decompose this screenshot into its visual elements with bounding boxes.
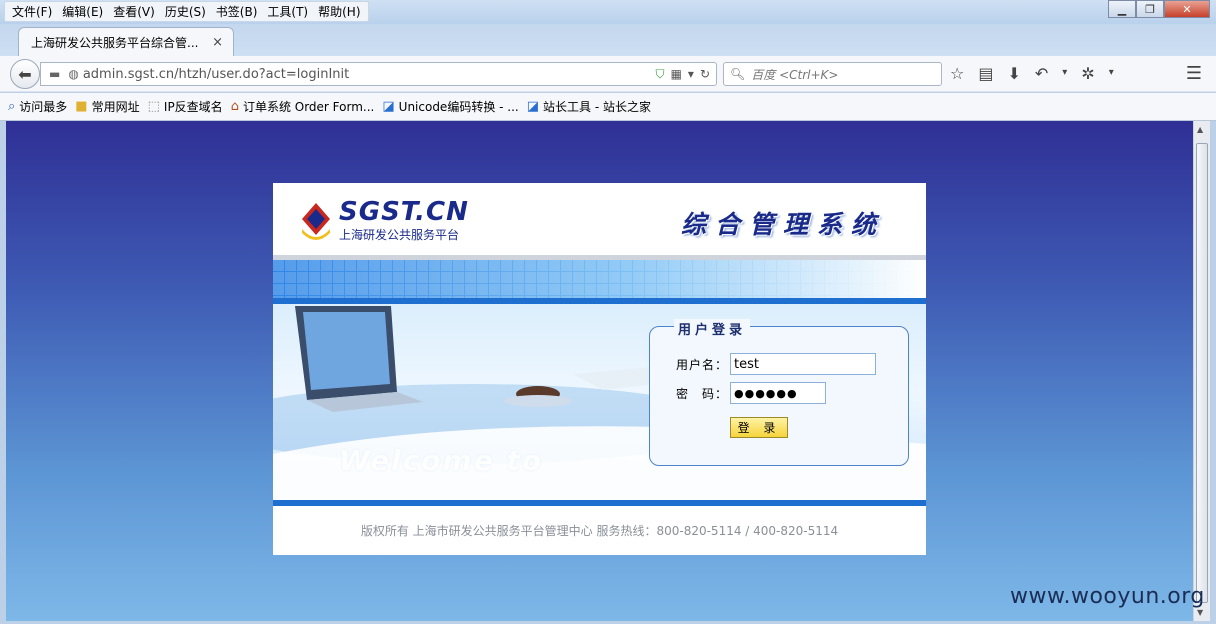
window-titlebar: 文件(F) 编辑(E) 查看(V) 历史(S) 书签(B) 工具(T) 帮助(H…	[0, 0, 1216, 24]
password-label: 密 码：	[676, 386, 729, 401]
scroll-thumb[interactable]	[1196, 143, 1208, 603]
login-button[interactable]: 登 录	[730, 417, 788, 438]
system-title: 综合管理系统	[681, 210, 886, 239]
sgst-logo: SGST.CN 上海研发公共服务平台	[299, 199, 469, 243]
copyright-footer: 版权所有 上海市研发公共服务平台管理中心 服务热线：800-820-5114 /…	[360, 524, 839, 538]
scroll-up-icon[interactable]: ▲	[1197, 125, 1203, 134]
bookmark-label: Unicode编码转换 - ...	[398, 100, 519, 114]
site-icon: ◪	[526, 99, 540, 114]
back-button[interactable]: ⬅	[10, 59, 40, 89]
home-icon: ⌂	[230, 99, 239, 114]
url-text[interactable]: admin.sgst.cn/htzh/user.do?act=loginInit	[83, 67, 656, 82]
bookmark-star-icon[interactable]: ☆	[950, 64, 964, 83]
close-window-button[interactable]: ✕	[1164, 0, 1210, 18]
bookmark-item[interactable]: ⌂ 订单系统 Order Form...	[231, 98, 375, 115]
page-icon: ⬚	[147, 99, 160, 114]
maximize-button[interactable]: ❐	[1136, 0, 1164, 18]
tab-title: 上海研发公共服务平台综合管...	[31, 35, 199, 50]
site-icon: ◪	[382, 99, 395, 114]
bookmarks-bar: ⌕ 访问最多 ■ 常用网址 ⬚ IP反查域名 ⌂ 订单系统 Order Form... …	[0, 93, 1216, 121]
undo-icon[interactable]: ↶	[1035, 64, 1048, 83]
login-panel: SGST.CN 上海研发公共服务平台 综合管理系统 Welcome to 用户登…	[273, 183, 926, 555]
password-field[interactable]: ●●●●●●	[730, 382, 826, 404]
tab-strip: 上海研发公共服务平台综合管... × +	[0, 24, 1216, 73]
window-controls: ▁ ❐ ✕	[1108, 0, 1210, 18]
bookmark-label: 访问最多	[19, 100, 68, 114]
username-label: 用户名：	[676, 357, 729, 372]
search-input[interactable]: 🔍︎ 百度 <Ctrl+K>	[723, 62, 942, 86]
tab-groups-icon[interactable]: ▬	[49, 67, 60, 81]
qrcode-icon[interactable]: ▦	[671, 67, 682, 82]
login-form: 用户登录 用户名： test 密 码： ●●●●●● 登 录	[649, 319, 909, 466]
logo-diamond-icon	[302, 203, 330, 240]
page-viewport: SGST.CN 上海研发公共服务平台 综合管理系统 Welcome to 用户登…	[6, 121, 1193, 621]
menu-file[interactable]: 文件(F)	[7, 2, 57, 21]
menu-view[interactable]: 查看(V)	[108, 2, 160, 21]
dropdown-icon[interactable]: ▾	[1062, 67, 1067, 83]
reading-list-icon[interactable]: ▤	[978, 64, 993, 83]
bookmark-label: 常用网址	[91, 100, 140, 114]
back-arrow-icon: ⬅	[18, 64, 32, 84]
toolbar-icons: ☆ ▤ ⬇ ↶ ▾ ✲ ▾	[950, 64, 1114, 83]
welcome-text: Welcome to	[339, 444, 544, 477]
menu-history[interactable]: 历史(S)	[160, 2, 211, 21]
bookmark-label: 站长工具 - 站长之家	[543, 100, 651, 114]
bookmark-item[interactable]: ⬚ IP反查域名	[148, 98, 223, 115]
reload-icon[interactable]: ↻	[700, 67, 710, 82]
url-bar[interactable]: ▬ ◍ admin.sgst.cn/htzh/user.do?act=login…	[40, 62, 717, 86]
logo-subtitle: 上海研发公共服务平台	[339, 228, 460, 242]
most-visited-icon: ⌕	[8, 99, 16, 114]
menu-help[interactable]: 帮助(H)	[313, 2, 365, 21]
vertical-scrollbar[interactable]: ▲ ▼	[1193, 121, 1210, 621]
bookmark-item[interactable]: ◪ 站长工具 - 站长之家	[527, 98, 651, 115]
dropdown-icon-2[interactable]: ▾	[1109, 67, 1114, 83]
bookmark-label: 订单系统 Order Form...	[242, 100, 375, 114]
hamburger-menu-icon[interactable]: ☰	[1186, 63, 1202, 84]
shield-icon[interactable]: ⛉	[656, 67, 665, 82]
tab-close-icon[interactable]: ×	[212, 35, 223, 50]
login-legend: 用户登录	[674, 319, 751, 338]
scroll-down-icon[interactable]: ▼	[1197, 608, 1203, 617]
mosaic-banner	[273, 260, 926, 298]
search-icon: 🔍︎	[730, 67, 746, 81]
menu-bar: 文件(F) 编辑(E) 查看(V) 历史(S) 书签(B) 工具(T) 帮助(H…	[4, 1, 369, 22]
username-field[interactable]: test	[730, 353, 876, 375]
bookmark-label: IP反查域名	[163, 100, 223, 114]
menu-tools[interactable]: 工具(T)	[262, 2, 313, 21]
bookmark-item[interactable]: ■ 常用网址	[75, 98, 139, 115]
navigation-bar: ▬ ◍ admin.sgst.cn/htzh/user.do?act=login…	[0, 56, 1216, 92]
hero-banner: Welcome to 用户登录 用户名： test 密 码： ●●●●●● 登 …	[273, 304, 926, 500]
tab-active[interactable]: 上海研发公共服务平台综合管... ×	[18, 27, 234, 56]
bookmark-item[interactable]: ◪ Unicode编码转换 - ...	[382, 98, 518, 115]
menu-bookmarks[interactable]: 书签(B)	[211, 2, 263, 21]
bookmark-item[interactable]: ⌕ 访问最多	[8, 98, 67, 115]
watermark: www.wooyun.org	[1010, 584, 1205, 609]
globe-icon: ◍	[68, 67, 79, 81]
dropdown-arrow-icon[interactable]: ▾	[688, 67, 694, 82]
folder-icon: ■	[75, 99, 88, 114]
search-engine-label: 百度	[751, 67, 776, 82]
menu-edit[interactable]: 编辑(E)	[57, 2, 108, 21]
download-icon[interactable]: ⬇	[1007, 64, 1020, 83]
extension-icon[interactable]: ✲	[1081, 64, 1094, 83]
logo-text: SGST.CN	[339, 197, 469, 227]
search-placeholder: <Ctrl+K>	[779, 67, 839, 82]
minimize-button[interactable]: ▁	[1108, 0, 1136, 18]
